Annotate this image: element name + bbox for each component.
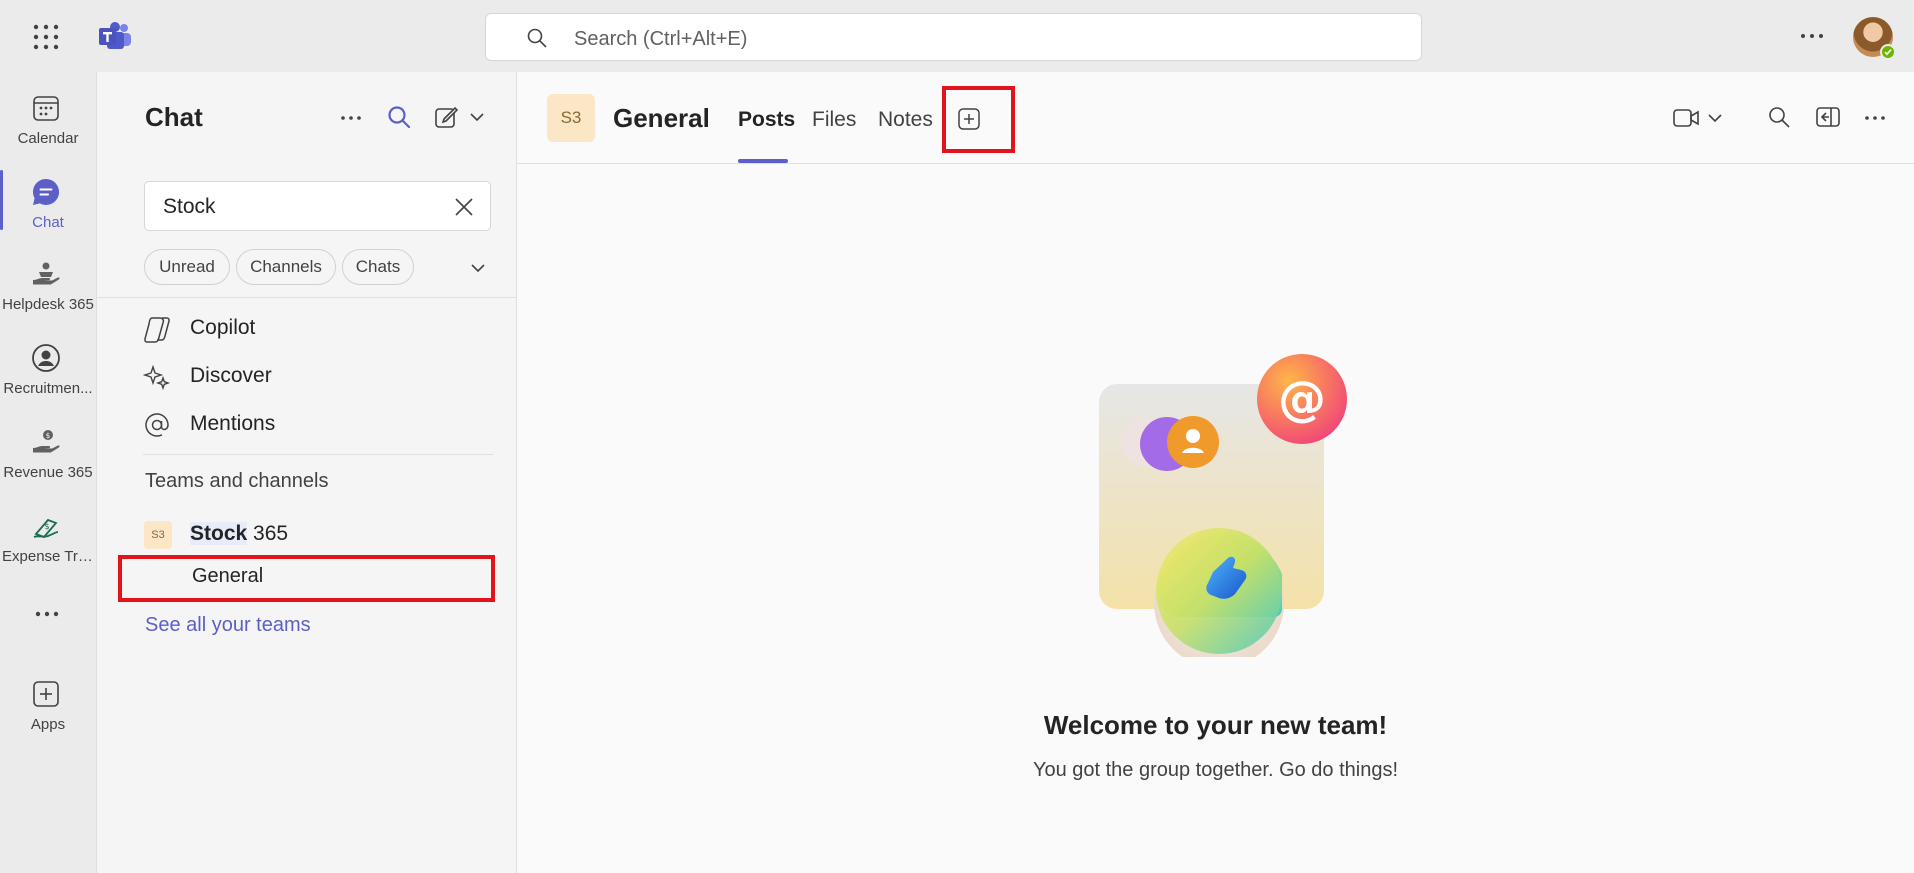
helpdesk-icon bbox=[33, 262, 60, 285]
more-options-icon[interactable] bbox=[339, 106, 363, 130]
nav-label: Copilot bbox=[190, 316, 256, 339]
rail-label: Chat bbox=[32, 214, 64, 231]
filter-search-icon[interactable] bbox=[386, 104, 412, 130]
global-search-bar[interactable]: Search (Ctrl+Alt+E) bbox=[485, 13, 1422, 61]
nav-label: Discover bbox=[190, 364, 272, 387]
top-bar: Search (Ctrl+Alt+E) bbox=[0, 0, 1914, 72]
nav-item-mentions[interactable]: Mentions bbox=[143, 407, 483, 443]
open-side-panel-icon[interactable] bbox=[1815, 105, 1841, 129]
tab-notes[interactable]: Notes bbox=[878, 108, 933, 132]
app-launcher-icon[interactable] bbox=[33, 24, 59, 50]
rail-item-helpdesk[interactable]: Helpdesk 365 bbox=[0, 244, 96, 324]
calendar-icon bbox=[33, 96, 59, 121]
rail-label: Calendar bbox=[17, 130, 79, 147]
rail-item-calendar[interactable]: Calendar bbox=[0, 78, 96, 158]
close-icon[interactable] bbox=[452, 195, 476, 219]
team-name-match: Stock bbox=[190, 522, 248, 545]
video-call-icon[interactable] bbox=[1672, 106, 1700, 130]
copilot-icon bbox=[144, 317, 170, 343]
rail-label: Recruitmen... bbox=[3, 380, 93, 397]
chevron-down-icon[interactable] bbox=[468, 108, 486, 126]
tab-posts[interactable]: Posts bbox=[738, 108, 795, 132]
more-options-icon[interactable] bbox=[1863, 106, 1887, 130]
channel-item-general[interactable]: General bbox=[117, 556, 487, 600]
team-avatar: S3 bbox=[547, 94, 595, 142]
chip-chats[interactable]: Chats bbox=[342, 249, 414, 285]
app-rail: Calendar Chat Helpdesk 365 Recruitmen...… bbox=[0, 72, 97, 873]
welcome-illustration: @ bbox=[1099, 354, 1347, 657]
search-icon[interactable] bbox=[1767, 105, 1791, 129]
rail-item-revenue[interactable]: $ Revenue 365 bbox=[0, 412, 96, 492]
presence-available-icon bbox=[1880, 44, 1896, 60]
chevron-down-icon[interactable] bbox=[469, 259, 487, 277]
rail-label: Apps bbox=[30, 716, 66, 733]
revenue-icon: $ bbox=[33, 430, 60, 453]
svg-text:@: @ bbox=[1278, 371, 1326, 427]
active-tab-indicator bbox=[738, 159, 788, 163]
nav-item-copilot[interactable]: Copilot bbox=[143, 311, 483, 347]
chat-icon bbox=[32, 178, 60, 205]
rail-label: Revenue 365 bbox=[3, 464, 93, 481]
more-apps-icon[interactable] bbox=[33, 608, 61, 620]
team-avatar: S3 bbox=[144, 521, 172, 549]
svg-text:$: $ bbox=[44, 522, 49, 531]
mention-icon bbox=[145, 413, 169, 437]
chevron-down-icon[interactable] bbox=[1707, 110, 1723, 126]
channel-name: General bbox=[192, 565, 264, 587]
avatar[interactable] bbox=[1853, 17, 1896, 60]
search-placeholder: Search (Ctrl+Alt+E) bbox=[574, 28, 748, 50]
svg-text:$: $ bbox=[46, 432, 50, 440]
new-chat-icon[interactable] bbox=[433, 104, 459, 130]
more-options-icon[interactable] bbox=[1798, 22, 1826, 50]
rail-item-recruitment[interactable]: Recruitmen... bbox=[0, 328, 96, 408]
teams-logo-icon bbox=[99, 22, 131, 49]
rail-item-apps[interactable]: Apps bbox=[0, 664, 96, 744]
chat-filter-input[interactable]: Stock bbox=[144, 181, 491, 231]
divider bbox=[97, 297, 517, 298]
search-icon bbox=[527, 28, 547, 48]
recruitment-icon bbox=[32, 344, 60, 372]
filter-value: Stock bbox=[163, 195, 216, 218]
team-item-stock-365[interactable]: S3 Stock 365 bbox=[144, 517, 484, 553]
expense-icon: $ bbox=[33, 518, 59, 539]
team-name: Stock 365 bbox=[190, 522, 288, 546]
welcome-title: Welcome to your new team! bbox=[1043, 710, 1388, 740]
chip-channels[interactable]: Channels bbox=[236, 249, 336, 285]
team-name-rest: 365 bbox=[247, 522, 289, 545]
rail-item-expense[interactable]: $ Expense Tra... bbox=[0, 496, 96, 576]
section-heading: Teams and channels bbox=[145, 470, 329, 492]
channel-main: S3 General Posts Files Notes @ Welcome t… bbox=[517, 72, 1914, 873]
apps-icon bbox=[33, 681, 59, 707]
panel-title: Chat bbox=[145, 102, 203, 132]
add-tab-icon[interactable] bbox=[957, 107, 981, 131]
rail-item-chat[interactable]: Chat bbox=[0, 162, 96, 242]
nav-item-discover[interactable]: Discover bbox=[143, 359, 483, 395]
chip-unread[interactable]: Unread bbox=[144, 249, 230, 285]
nav-label: Mentions bbox=[190, 412, 276, 435]
rail-label: Expense Tra... bbox=[2, 548, 96, 565]
rail-label: Helpdesk 365 bbox=[2, 296, 94, 313]
welcome-subtitle: You got the group together. Go do things… bbox=[1032, 759, 1399, 781]
channel-header: S3 General Posts Files Notes bbox=[517, 72, 1914, 164]
channel-title: General bbox=[613, 103, 710, 133]
tab-files[interactable]: Files bbox=[812, 108, 856, 132]
discover-icon bbox=[143, 364, 171, 391]
chat-list-panel: Chat Stock Unread Channels Chats Copilot bbox=[97, 72, 517, 873]
see-all-teams-link[interactable]: See all your teams bbox=[145, 614, 311, 637]
divider bbox=[143, 454, 493, 455]
